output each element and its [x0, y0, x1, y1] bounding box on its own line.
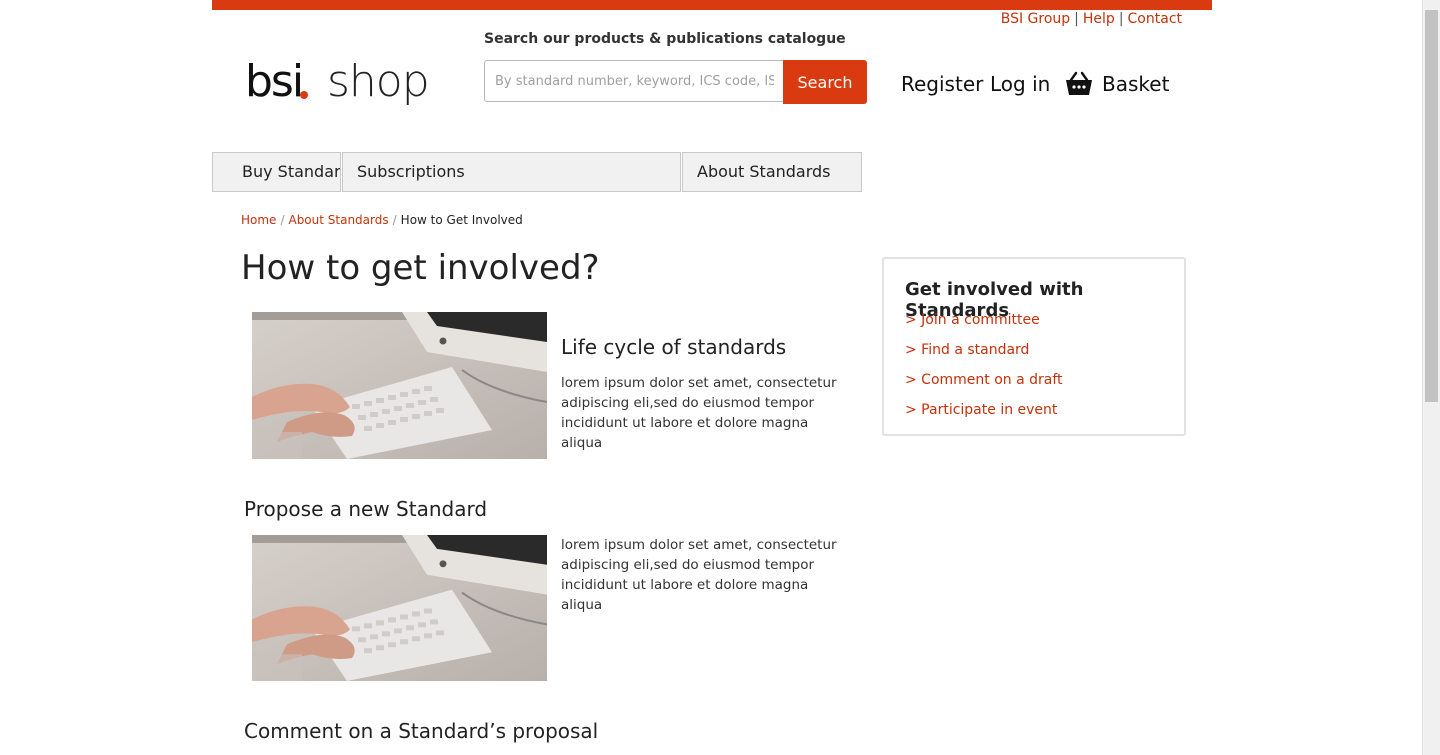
card-text: lorem ipsum dolor set amet, consectetur … [561, 375, 837, 451]
logo-bsi-text: bsi [245, 56, 304, 107]
join-committee-link[interactable]: > Join a committee [905, 312, 1040, 328]
basket-link[interactable]: Basket [1102, 72, 1169, 96]
get-involved-panel: Get involved with Standards > Join a com… [882, 257, 1186, 436]
search-box: Search [484, 60, 867, 104]
find-standard-link[interactable]: > Find a standard [905, 342, 1029, 358]
search-button[interactable]: Search [783, 60, 867, 104]
search-label: Search our products & publications catal… [484, 31, 846, 47]
search-input[interactable] [484, 60, 784, 102]
nav-buy-standards[interactable]: Buy Standards [212, 152, 341, 192]
breadcrumb: Home / About Standards / How to Get Involved [241, 213, 523, 227]
comment-draft-link[interactable]: > Comment on a draft [905, 372, 1063, 388]
utility-links: BSI Group | Help | Contact [1001, 11, 1182, 27]
breadcrumb-about-standards[interactable]: About Standards [288, 213, 388, 227]
page: BSI Group | Help | Contact bsi shop Search o… [212, 0, 1212, 755]
brand-top-bar [212, 0, 1212, 10]
page-title: How to get involved? [241, 248, 600, 288]
card-title[interactable]: Life cycle of standards [561, 335, 786, 359]
breadcrumb-current: How to Get Involved [400, 213, 523, 227]
utility-separator: | [1118, 11, 1124, 27]
vertical-scrollbar[interactable] [1422, 0, 1440, 755]
nav-about-standards[interactable]: About Standards [682, 152, 862, 192]
bsi-group-link[interactable]: BSI Group [1001, 11, 1070, 27]
register-link[interactable]: Register [901, 72, 983, 96]
logo-shop-text: shop [327, 56, 430, 107]
logo-dot [300, 91, 308, 99]
utility-separator: | [1074, 11, 1079, 27]
contact-link[interactable]: Contact [1128, 11, 1182, 27]
basket-icon[interactable] [1065, 71, 1093, 97]
scrollbar-thumb[interactable] [1425, 10, 1438, 402]
nav-subscriptions[interactable]: Subscriptions [342, 152, 681, 192]
section-title[interactable]: Propose a new Standard [244, 497, 487, 521]
breadcrumb-separator: / [280, 213, 285, 227]
login-link[interactable]: Log in [990, 72, 1050, 96]
help-link[interactable]: Help [1083, 11, 1115, 27]
keyboard-photo[interactable] [252, 312, 547, 459]
breadcrumb-home[interactable]: Home [241, 213, 276, 227]
participate-event-link[interactable]: > Participate in event [905, 402, 1057, 418]
section-title[interactable]: Comment on a Standard’s proposal [244, 719, 598, 743]
keyboard-photo[interactable] [252, 535, 547, 681]
breadcrumb-separator: / [392, 213, 397, 227]
card-text: lorem ipsum dolor set amet, consectetur … [561, 537, 837, 613]
